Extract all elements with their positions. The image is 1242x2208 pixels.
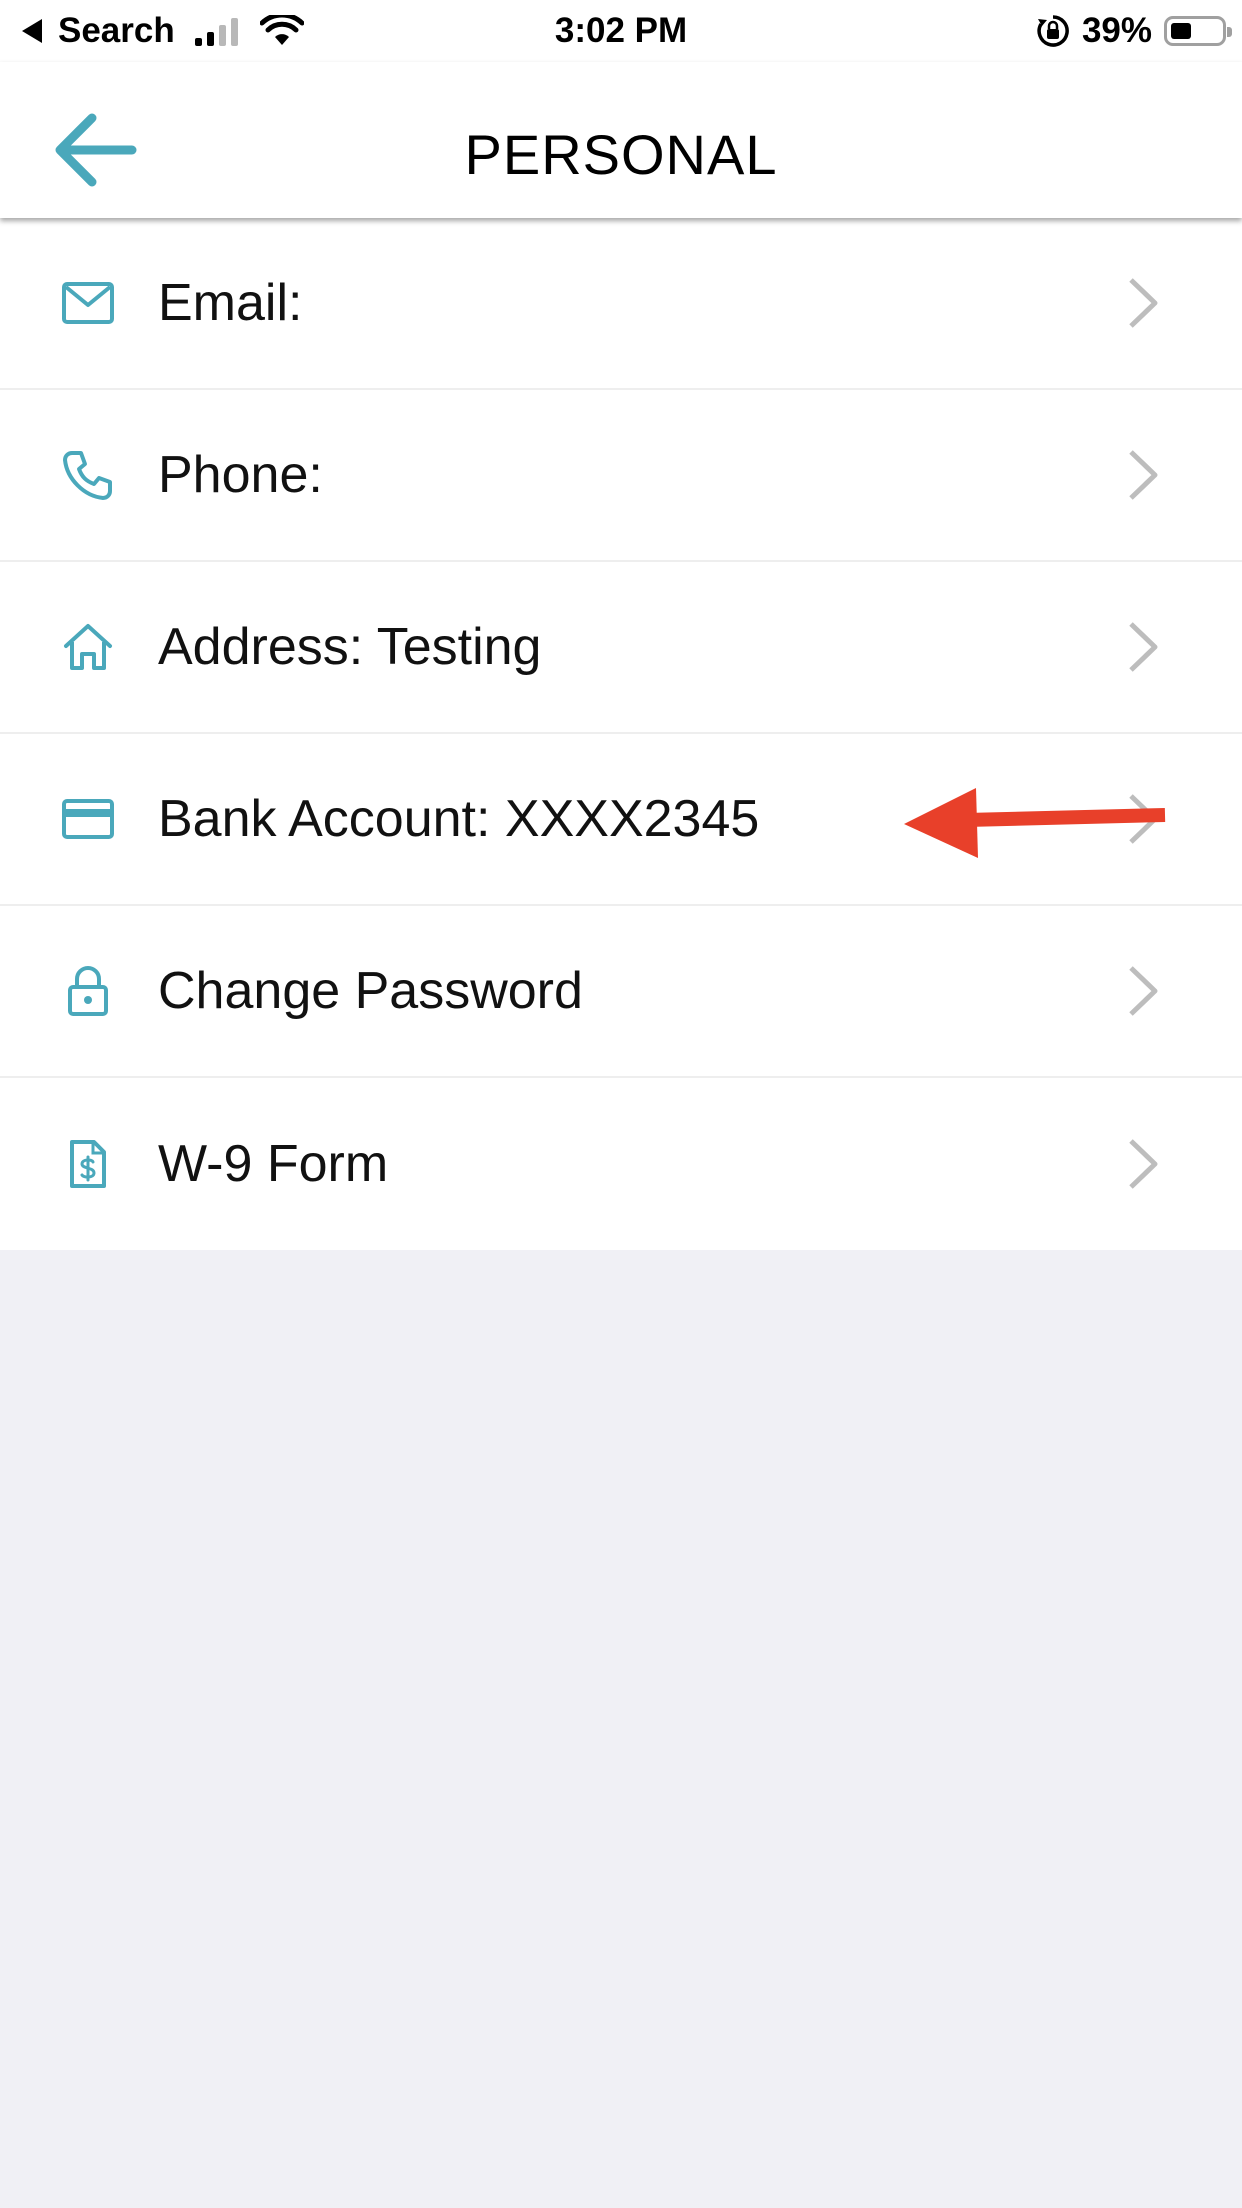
chevron-right-icon: [1129, 450, 1158, 500]
document-dollar-icon: [58, 1134, 118, 1194]
chevron-right-icon: [1129, 278, 1158, 328]
screen: Search 3:02 PM 39% PERSONAL Email: Phone…: [0, 0, 1242, 2208]
status-right: 39%: [1036, 10, 1232, 52]
w9-form-label: W-9 Form: [158, 1135, 389, 1193]
battery-percent: 39%: [1081, 11, 1152, 50]
chevron-right-icon: [1129, 1139, 1158, 1189]
credit-card-icon: [58, 789, 118, 849]
page-title: PERSONAL: [464, 123, 778, 186]
phone-icon: [58, 445, 118, 505]
personal-settings-list: Email: Phone: Address: Testing Bank Acco…: [0, 218, 1242, 1250]
chevron-right-icon: [1129, 622, 1158, 672]
email-row[interactable]: Email:: [0, 218, 1242, 390]
address-label: Address: Testing: [158, 618, 542, 676]
w9-form-row[interactable]: W-9 Form: [0, 1078, 1242, 1250]
annotation-arrow-icon: [904, 788, 1166, 858]
address-row[interactable]: Address: Testing: [0, 562, 1242, 734]
battery-fill: [1171, 23, 1191, 39]
change-password-row[interactable]: Change Password: [0, 906, 1242, 1078]
status-bar: Search 3:02 PM 39%: [0, 0, 1242, 62]
phone-row[interactable]: Phone:: [0, 390, 1242, 562]
battery-icon: [1164, 16, 1232, 46]
change-password-label: Change Password: [158, 962, 583, 1020]
lock-icon: [58, 961, 118, 1021]
orientation-lock-icon: [1037, 15, 1069, 47]
home-icon: [58, 617, 118, 677]
email-label: Email:: [158, 274, 303, 332]
envelope-icon: [58, 273, 118, 333]
bank-account-label: Bank Account: XXXX2345: [158, 790, 760, 848]
nav-bar: PERSONAL: [0, 62, 1242, 218]
chevron-right-icon: [1129, 966, 1158, 1016]
phone-label: Phone:: [158, 446, 323, 504]
